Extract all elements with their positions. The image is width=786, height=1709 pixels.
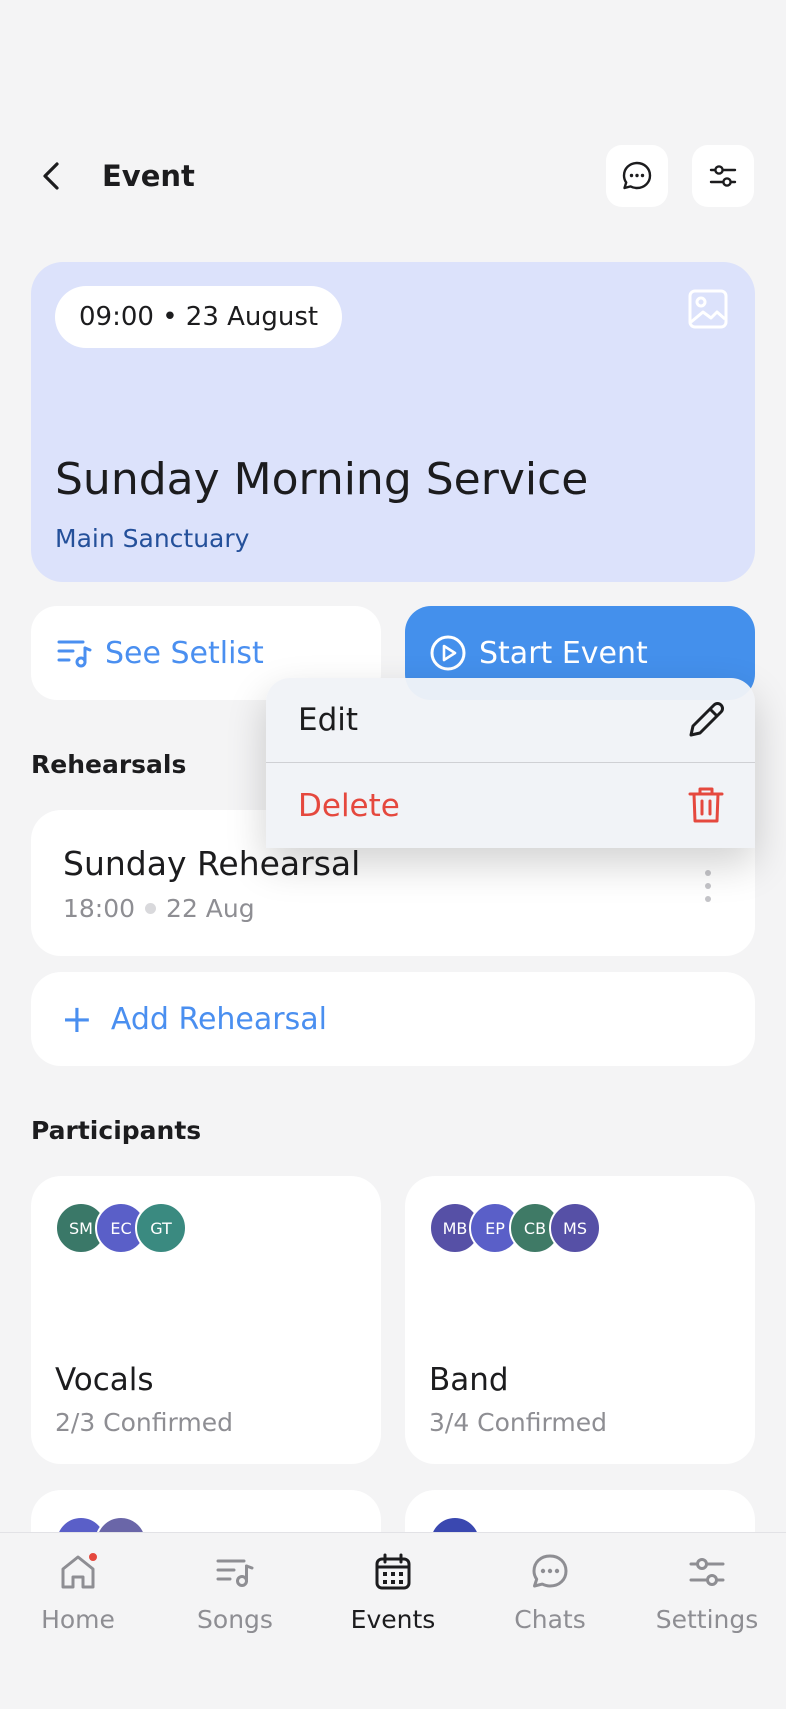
rehearsal-meta: 18:00 22 Aug — [63, 894, 255, 923]
back-button[interactable] — [30, 153, 74, 199]
tab-label: Home — [41, 1605, 115, 1634]
event-settings-button[interactable] — [692, 145, 754, 207]
notification-badge — [87, 1551, 99, 1563]
page-title: Event — [102, 159, 195, 193]
rehearsals-heading: Rehearsals — [31, 750, 187, 779]
plus-icon: + — [61, 997, 93, 1041]
rehearsal-time: 18:00 — [63, 894, 136, 923]
event-hero-card: 09:00 • 23 August Sunday Morning Service… — [31, 262, 755, 582]
chat-bubble-icon — [622, 161, 652, 190]
separator-dot — [145, 902, 157, 914]
start-event-label: Start Event — [479, 635, 648, 671]
top-bar: Event — [0, 145, 786, 207]
participant-group-band[interactable]: MB EP CB MS Band 3/4 Confirmed — [405, 1176, 755, 1464]
chat-bubble-icon — [532, 1554, 568, 1588]
music-list-icon — [57, 640, 92, 668]
tab-label: Settings — [655, 1605, 759, 1634]
play-circle-icon — [430, 635, 466, 671]
pencil-icon — [689, 702, 724, 737]
group-confirmed: 2/3 Confirmed — [55, 1408, 233, 1437]
tab-home[interactable]: Home — [3, 1551, 153, 1661]
rehearsal-title: Sunday Rehearsal — [63, 844, 361, 883]
more-options-icon[interactable] — [703, 870, 713, 902]
edit-menu-item[interactable]: Edit — [266, 678, 755, 763]
bottom-tab-bar: Home Songs Events Chats Settings — [0, 1532, 786, 1709]
event-location: Main Sanctuary — [55, 524, 250, 553]
group-name: Vocals — [55, 1362, 154, 1398]
avatar: MS — [549, 1202, 601, 1254]
image-placeholder-icon[interactable] — [687, 288, 729, 330]
add-rehearsal-button[interactable]: + Add Rehearsal — [31, 972, 755, 1066]
calendar-icon — [375, 1553, 411, 1590]
tab-label: Songs — [197, 1605, 273, 1634]
tab-label: Chats — [514, 1605, 586, 1634]
rehearsal-date: 22 Aug — [166, 894, 255, 923]
music-list-icon — [216, 1559, 254, 1587]
tab-songs[interactable]: Songs — [160, 1551, 310, 1661]
group-confirmed: 3/4 Confirmed — [429, 1408, 607, 1437]
sliders-icon — [709, 165, 737, 187]
sliders-icon — [689, 1558, 725, 1586]
tab-chats[interactable]: Chats — [475, 1551, 625, 1661]
avatar-stack: SM EC GT — [55, 1202, 187, 1254]
participants-heading: Participants — [31, 1116, 202, 1145]
trash-icon — [688, 787, 724, 823]
see-setlist-label: See Setlist — [105, 635, 264, 671]
event-chat-button[interactable] — [606, 145, 668, 207]
participant-group-vocals[interactable]: SM EC GT Vocals 2/3 Confirmed — [31, 1176, 381, 1464]
tab-settings[interactable]: Settings — [632, 1551, 782, 1661]
tab-label: Events — [350, 1605, 436, 1634]
add-rehearsal-label: Add Rehearsal — [110, 1001, 327, 1037]
chevron-left-icon — [43, 162, 59, 190]
event-title: Sunday Morning Service — [55, 454, 589, 505]
avatar-stack: MB EP CB MS — [429, 1202, 601, 1254]
tab-events[interactable]: Events — [318, 1551, 468, 1661]
group-name: Band — [429, 1362, 509, 1398]
delete-label: Delete — [298, 787, 400, 824]
avatar: GT — [135, 1202, 187, 1254]
event-datetime-pill: 09:00 • 23 August — [55, 286, 343, 348]
edit-label: Edit — [298, 702, 359, 738]
rehearsal-context-menu: Edit Delete — [266, 678, 755, 848]
delete-menu-item[interactable]: Delete — [266, 763, 755, 848]
